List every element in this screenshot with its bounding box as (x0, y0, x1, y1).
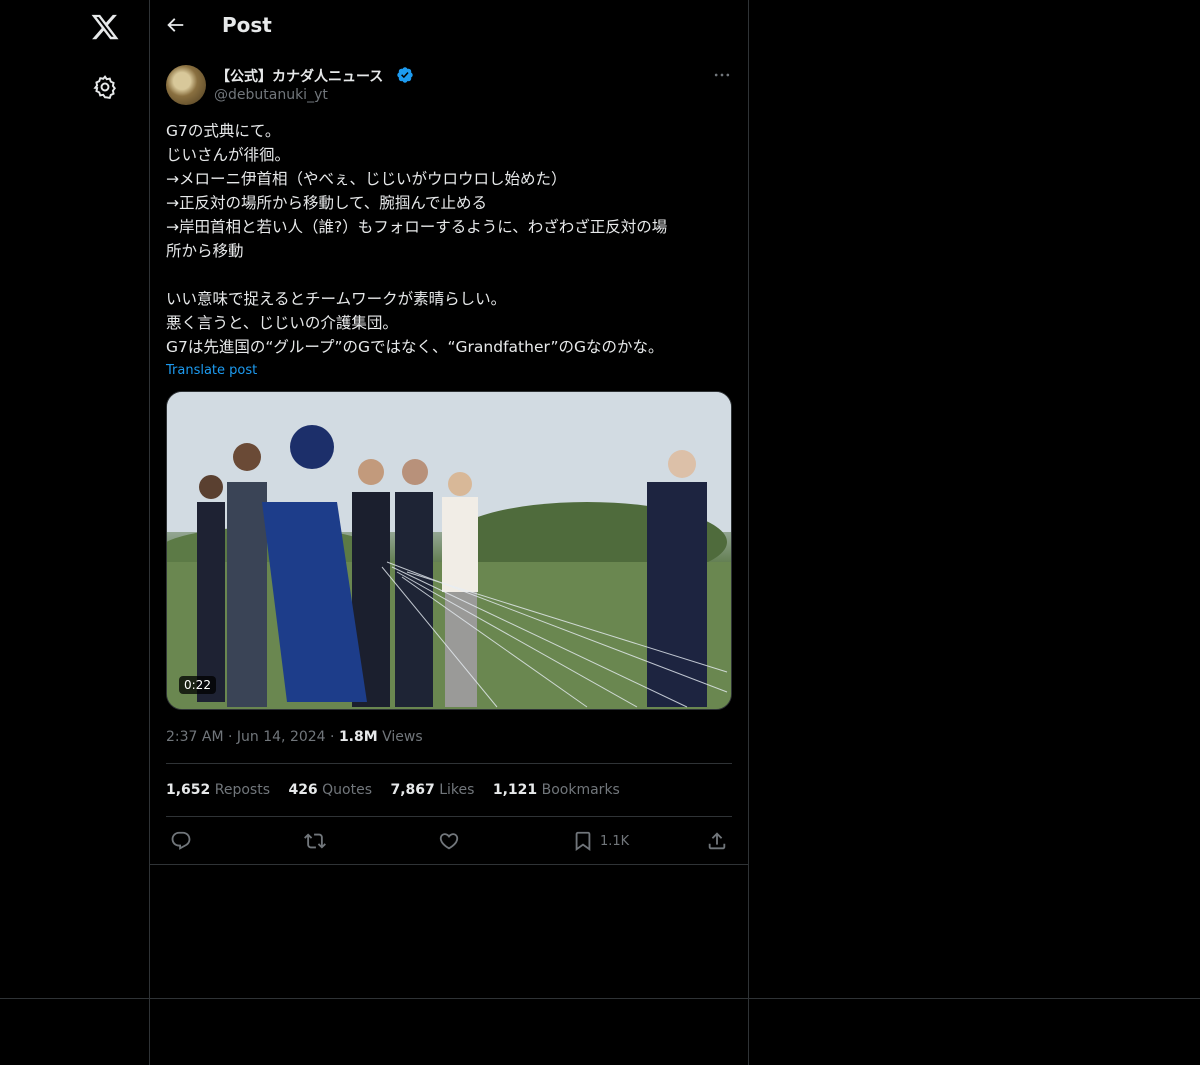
divider (166, 816, 732, 817)
likes-count: 7,867 (390, 782, 435, 798)
post-column: Post 【公式】カナダ人ニュース @debutanuki_yt G7の式典にて… (150, 0, 749, 1065)
like-icon (439, 833, 459, 850)
post-text-line: いい意味で捉えるとチームワークが素晴らしい。 (166, 290, 507, 308)
bookmarks-stat[interactable]: 1,121 Bookmarks (493, 782, 620, 798)
post-text-line: G7は先進国の“グループ”のGではなく、“Grandfather”のGなのかな。 (166, 338, 664, 356)
reply-button[interactable] (170, 830, 192, 852)
reply-icon (171, 831, 191, 850)
repost-button[interactable] (304, 830, 326, 852)
post-text-line: →メローニ伊首相（やべぇ、じじいがウロウロし始めた） (166, 170, 567, 188)
avatar[interactable] (166, 65, 206, 105)
more-icon[interactable] (712, 65, 732, 85)
action-bar: 1.1K (150, 826, 748, 856)
post-text-line: 悪く言うと、じじいの介護集団。 (166, 314, 398, 332)
translate-post-link[interactable]: Translate post (166, 363, 257, 378)
gear-icon[interactable] (92, 74, 118, 100)
separator-dot: · (330, 729, 339, 745)
post-text-line: じいさんが徘徊。 (166, 146, 291, 164)
quotes-label: Quotes (322, 782, 372, 798)
back-arrow-icon[interactable] (164, 14, 190, 40)
share-button[interactable] (706, 830, 728, 852)
post-text-blank-line (166, 263, 726, 287)
post-text-line: 所から移動 (166, 242, 244, 260)
separator-dot: · (228, 729, 237, 745)
post-bottom-divider (150, 864, 748, 865)
reposts-label: Reposts (214, 782, 270, 798)
bookmark-button[interactable]: 1.1K (572, 830, 629, 852)
engagement-stats: 1,652 Reposts 426 Quotes 7,867 Likes 1,1… (166, 782, 634, 798)
author-handle[interactable]: @debutanuki_yt (214, 87, 328, 103)
post-header: Post (150, 0, 748, 54)
likes-stat[interactable]: 7,867 Likes (390, 782, 474, 798)
post-text-line: G7の式典にて。 (166, 122, 281, 140)
video-thumbnail (167, 392, 731, 709)
views-count: 1.8M (338, 729, 378, 745)
share-icon (708, 832, 726, 850)
post-text-line: →正反対の場所から移動して、腕掴んで止める (166, 194, 487, 212)
bookmarks-count: 1,121 (492, 782, 538, 798)
post-text-line: →岸田首相と若い人（誰?）もフォローするように、わざわざ正反対の場 (166, 218, 668, 236)
bookmark-icon (575, 831, 591, 852)
reposts-stat[interactable]: 1,652 Reposts (166, 782, 270, 798)
video-player[interactable]: 0:22 (166, 391, 732, 710)
likes-label: Likes (439, 782, 475, 798)
quotes-stat[interactable]: 426 Quotes (288, 782, 372, 798)
reposts-count: 1,652 (166, 782, 211, 798)
bookmarks-label: Bookmarks (541, 782, 620, 798)
video-duration: 0:22 (179, 676, 216, 694)
bottom-divider (0, 998, 1200, 999)
x-logo-icon[interactable] (88, 10, 122, 44)
quotes-count: 426 (288, 782, 318, 798)
like-button[interactable] (438, 830, 460, 852)
author-display-name[interactable]: 【公式】カナダ人ニュース (216, 66, 383, 86)
post-time[interactable]: 2:37 AM (166, 729, 224, 745)
post-timestamp: 2:37 AM · Jun 14, 2024 · 1.8M Views (166, 729, 423, 745)
bookmark-count: 1.1K (600, 833, 630, 849)
repost-icon (304, 833, 326, 849)
post-text: G7の式典にて。 じいさんが徘徊。 →メローニ伊首相（やべぇ、じじいがウロウロし… (166, 119, 726, 359)
post-date[interactable]: Jun 14, 2024 (237, 729, 326, 745)
views-label: Views (382, 729, 423, 745)
page-title: Post (222, 13, 272, 37)
verified-badge-icon[interactable] (396, 66, 414, 84)
divider (166, 763, 732, 764)
left-rail (0, 0, 150, 1065)
